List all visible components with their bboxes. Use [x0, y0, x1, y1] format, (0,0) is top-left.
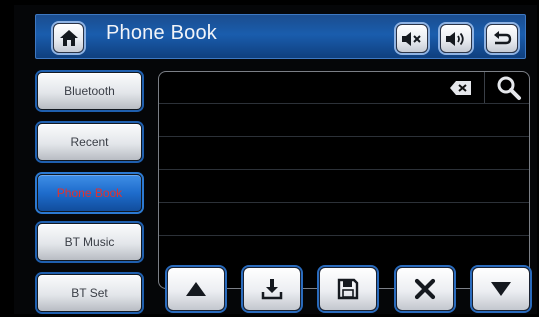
scroll-down-button[interactable] [472, 267, 530, 311]
home-button[interactable] [53, 23, 84, 53]
download-button[interactable] [243, 267, 301, 311]
list-row-divider [159, 202, 529, 203]
back-button[interactable] [486, 24, 518, 53]
sidebar-item-bt-set[interactable]: BT Set [37, 274, 142, 312]
list-row-divider [159, 235, 529, 236]
volume-icon [446, 31, 464, 46]
arrow-up-icon [186, 282, 206, 296]
backspace-button[interactable] [448, 78, 474, 98]
sidebar-item-recent[interactable]: Recent [37, 123, 142, 161]
scroll-up-button[interactable] [167, 267, 225, 311]
backspace-icon [450, 81, 471, 95]
close-icon [414, 278, 436, 300]
save-button[interactable] [319, 267, 377, 311]
list-row-divider [159, 169, 529, 170]
download-icon [261, 279, 283, 300]
sidebar-item-bt-music[interactable]: BT Music [37, 223, 142, 261]
mute-button[interactable] [396, 24, 428, 53]
mute-icon [402, 31, 421, 46]
sidebar-item-phone-book[interactable]: Phone Book [37, 174, 142, 212]
volume-button[interactable] [440, 24, 472, 53]
list-row-divider [159, 103, 529, 104]
search-icon [497, 76, 521, 100]
save-icon [337, 278, 359, 300]
delete-button[interactable] [396, 267, 454, 311]
back-icon [494, 30, 512, 44]
list-row-divider [159, 136, 529, 137]
home-icon [59, 30, 78, 46]
sidebar-item-bluetooth[interactable]: Bluetooth [37, 72, 142, 110]
arrow-down-icon [491, 282, 511, 296]
page-title: Phone Book [106, 22, 217, 44]
search-divider [484, 72, 485, 103]
search-button[interactable] [495, 75, 523, 101]
